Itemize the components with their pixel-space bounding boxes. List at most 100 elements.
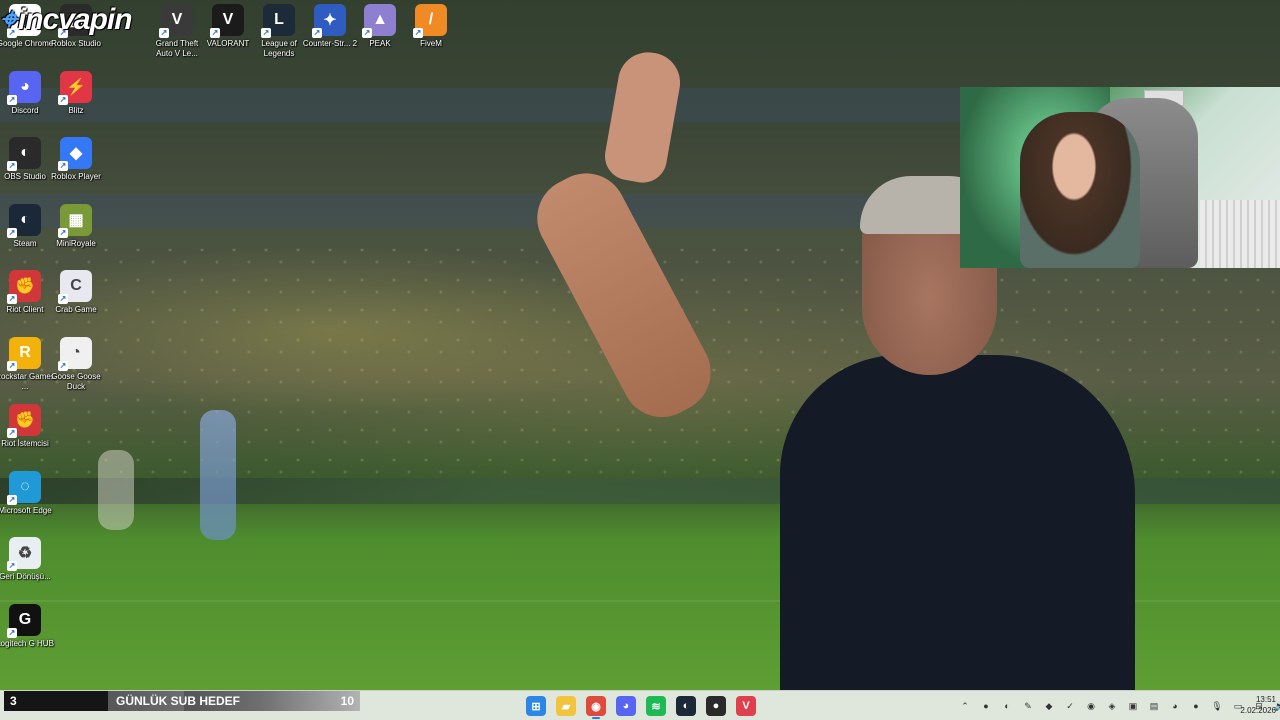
desktop-shortcut-label: Microsoft Edge — [0, 506, 52, 515]
shortcut-arrow-icon: ↗ — [58, 95, 68, 105]
obs-icon: ◐ ↗ — [7, 137, 41, 171]
desktop-shortcut[interactable]: V ↗ Grand Theft Auto V Le... — [152, 4, 202, 59]
desktop-shortcut[interactable]: ✊ ↗ Riot İstemcisi — [0, 404, 50, 449]
shortcut-arrow-icon: ↗ — [362, 28, 372, 38]
desktop-shortcut-label: Logitech G HUB — [0, 639, 54, 648]
clock-time: 13:51 — [1255, 695, 1276, 704]
desktop-shortcut-label: Roblox Studio — [51, 39, 101, 48]
steam-tray-icon[interactable]: ◐ — [1000, 699, 1014, 713]
background-player — [200, 410, 236, 540]
pen-tray-icon[interactable]: ✎ — [1021, 699, 1035, 713]
valorant-icon: V ↗ — [210, 4, 244, 38]
sub-goal-widget: 3 GÜNLÜK SUB HEDEF 10 — [4, 691, 360, 711]
webcam-person — [1020, 112, 1140, 268]
taskbar-clock[interactable]: 13:51 2.02.2026 — [1222, 694, 1276, 716]
desktop-shortcut[interactable]: C ↗ Crab Game — [51, 270, 101, 315]
discord-tray-icon[interactable]: ◕ — [1168, 699, 1182, 713]
desktop-shortcut[interactable]: ⚡ ↗ Blitz — [51, 71, 101, 116]
sub-goal-current: 3 — [4, 691, 108, 711]
record-tray-icon[interactable]: ● — [1189, 699, 1203, 713]
desktop-shortcut-label: FiveM — [420, 39, 442, 48]
desktop-shortcut-label: MiniRoyale — [56, 239, 96, 248]
background-player — [98, 450, 134, 530]
desktop-shortcut-label: Geri Dönüşü... — [0, 572, 51, 581]
desktop-shortcut-label: Crab Game — [55, 305, 97, 314]
crab-game-icon: C ↗ — [58, 270, 92, 304]
desktop-shortcut[interactable]: ◌ ↗ Microsoft Edge — [0, 471, 52, 516]
map-pin-icon: ⌖ — [0, 3, 17, 36]
fivem-icon: / ↗ — [413, 4, 447, 38]
roblox-player-icon: ◆ ↗ — [58, 137, 92, 171]
shortcut-arrow-icon: ↗ — [7, 428, 17, 438]
shortcut-arrow-icon: ↗ — [7, 628, 17, 638]
shortcut-arrow-icon: ↗ — [58, 361, 68, 371]
desktop-shortcut-label: Goose Goose Duck — [51, 372, 101, 391]
network-tray-icon[interactable]: ◈ — [1105, 699, 1119, 713]
obs-taskbar-icon[interactable]: ● — [706, 696, 726, 716]
webcam-radiator — [1200, 200, 1280, 268]
discord-taskbar-icon[interactable]: ◕ — [616, 696, 636, 716]
shortcut-arrow-icon: ↗ — [312, 28, 322, 38]
app-tray-icon[interactable]: ▤ — [1147, 699, 1161, 713]
shortcut-arrow-icon: ↗ — [159, 28, 169, 38]
taskbar: 3 GÜNLÜK SUB HEDEF 10 ⊞ ▰ ◉ ◕ ≋ ◐ ● V ⌃ ● ◐ ✎ ◆ ✓ ◉ ◈ ▣… — [0, 690, 1280, 720]
spotify-tray-icon[interactable]: ● — [979, 699, 993, 713]
riot-tray-icon[interactable]: ✓ — [1063, 699, 1077, 713]
desktop-shortcut[interactable]: ▦ ↗ MiniRoyale — [51, 204, 101, 249]
desktop-shortcut[interactable]: R ↗ Rockstar Games ... — [0, 337, 55, 392]
shortcut-arrow-icon: ↗ — [7, 495, 17, 505]
shortcut-arrow-icon: ↗ — [261, 28, 271, 38]
file-explorer-icon[interactable]: ▰ — [556, 696, 576, 716]
recycle-bin-icon: ♻ ↗ — [7, 537, 41, 571]
person-hand — [601, 47, 685, 187]
shortcut-arrow-icon: ↗ — [7, 561, 17, 571]
desktop-shortcut[interactable]: ◔ ↗ Goose Goose Duck — [51, 337, 101, 392]
desktop-shortcut[interactable]: ✊ ↗ Riot Client — [0, 270, 50, 315]
desktop-shortcut[interactable]: L ↗ League of Legends — [254, 4, 304, 59]
shortcut-arrow-icon: ↗ — [7, 161, 17, 171]
riot-istemcisi-icon: ✊ ↗ — [7, 404, 41, 438]
chevron-up-icon[interactable]: ⌃ — [958, 699, 972, 713]
steam-taskbar-icon[interactable]: ◐ — [676, 696, 696, 716]
desktop-shortcut[interactable]: ◐ ↗ Steam — [0, 204, 50, 249]
shortcut-arrow-icon: ↗ — [210, 28, 220, 38]
rockstar-icon: R ↗ — [7, 337, 41, 371]
chrome-taskbar-icon[interactable]: ◉ — [586, 696, 606, 719]
desktop-shortcut[interactable]: ♻ ↗ Geri Dönüşü... — [0, 537, 51, 582]
league-of-legends-icon: L ↗ — [261, 4, 295, 38]
steam-icon: ◐ ↗ — [7, 204, 41, 238]
shortcut-arrow-icon: ↗ — [7, 95, 17, 105]
spotify-taskbar-icon[interactable]: ≋ — [646, 696, 666, 716]
desktop-shortcut[interactable]: V ↗ VALORANT — [203, 4, 253, 49]
sub-goal-title: GÜNLÜK SUB HEDEF — [116, 694, 241, 708]
shortcut-arrow-icon: ↗ — [58, 294, 68, 304]
desktop-shortcut[interactable]: ✦ ↗ Counter-Str... 2 — [303, 4, 357, 49]
obs-tray-icon[interactable]: ◉ — [1084, 699, 1098, 713]
goose-goose-duck-icon: ◔ ↗ — [58, 337, 92, 371]
valorant-taskbar-icon[interactable]: V — [736, 696, 756, 716]
brand-text: incvapin — [17, 3, 133, 36]
discord-icon: ◕ ↗ — [7, 71, 41, 105]
desktop-shortcut-label: Roblox Player — [51, 172, 101, 181]
desktop-shortcut-label: Riot İstemcisi — [1, 439, 49, 448]
windows-start-icon[interactable]: ⊞ — [526, 696, 546, 716]
desktop-shortcut[interactable]: / ↗ FiveM — [406, 4, 456, 49]
desktop-shortcut[interactable]: ◆ ↗ Roblox Player — [51, 137, 101, 182]
edge-icon: ◌ ↗ — [7, 471, 41, 505]
shortcut-arrow-icon: ↗ — [58, 161, 68, 171]
brand-watermark: ⌖ incvapin — [0, 2, 133, 38]
desktop-shortcut[interactable]: ◐ ↗ OBS Studio — [0, 137, 50, 182]
shortcut-arrow-icon: ↗ — [7, 228, 17, 238]
desktop-shortcut-label: Blitz — [68, 106, 84, 115]
desktop-shortcut[interactable]: ▲ ↗ PEAK — [355, 4, 405, 49]
nvidia-tray-icon[interactable]: ◆ — [1042, 699, 1056, 713]
desktop-shortcut[interactable]: ◕ ↗ Discord — [0, 71, 50, 116]
shortcut-arrow-icon: ↗ — [413, 28, 423, 38]
blitz-icon: ⚡ ↗ — [58, 71, 92, 105]
logitech-ghub-icon: G ↗ — [7, 604, 41, 638]
gta-v-icon: V ↗ — [159, 4, 193, 38]
desktop-shortcut[interactable]: G ↗ Logitech G HUB — [0, 604, 54, 649]
battery-tray-icon[interactable]: ▣ — [1126, 699, 1140, 713]
shortcut-arrow-icon: ↗ — [58, 228, 68, 238]
clock-date: 2.02.2026 — [1240, 706, 1276, 715]
